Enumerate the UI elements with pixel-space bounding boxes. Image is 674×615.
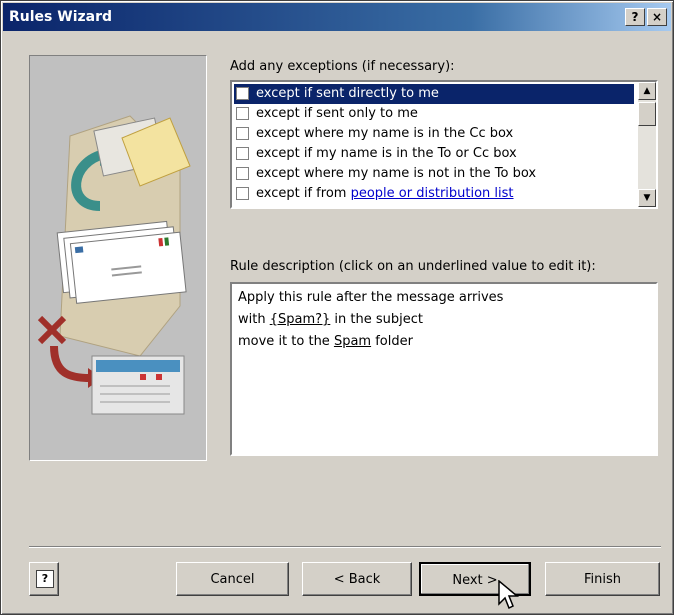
list-item[interactable]: except if from people or distribution li… — [234, 184, 634, 204]
title-bar: Rules Wizard ? × — [3, 3, 671, 31]
exceptions-label: Add any exceptions (if necessary): — [230, 59, 455, 74]
close-button[interactable]: × — [647, 8, 667, 26]
checkbox[interactable] — [236, 127, 249, 140]
help-icon: ? — [36, 570, 54, 588]
spam-folder-link[interactable]: Spam — [334, 334, 371, 349]
checkbox[interactable] — [236, 87, 249, 100]
scroll-thumb[interactable] — [638, 102, 656, 126]
envelope-folder-illustration — [37, 115, 191, 415]
list-item-label: except if my name is in the To or Cc box — [256, 146, 517, 161]
list-item[interactable]: except if sent directly to me — [234, 84, 634, 104]
help-button[interactable]: ? — [29, 562, 59, 596]
list-item-label: except if from people or distribution li… — [256, 184, 514, 204]
exceptions-scrollbar[interactable]: ▲ ▼ — [638, 82, 656, 207]
rule-description-box: Apply this rule after the message arrive… — [230, 282, 658, 456]
rules-wizard-dialog: Rules Wizard ? × Add any exceptions (if … — [0, 0, 674, 615]
scroll-up-arrow-icon[interactable]: ▲ — [638, 82, 656, 100]
back-button[interactable]: < Back — [302, 562, 412, 596]
scroll-down-arrow-icon[interactable]: ▼ — [638, 189, 656, 207]
spam-keyword-link[interactable]: {Spam?} — [270, 312, 331, 327]
description-line: Apply this rule after the message arrive… — [238, 290, 504, 305]
description-line: with {Spam?} in the subject — [238, 312, 423, 327]
description-text: move it to the — [238, 334, 334, 349]
list-item-label: except where my name is not in the To bo… — [256, 166, 537, 181]
list-item[interactable]: except where my name is in the Cc box — [234, 124, 634, 144]
list-item[interactable]: except where my name is not in the To bo… — [234, 164, 634, 184]
cancel-button[interactable]: Cancel — [176, 562, 289, 596]
people-or-distribution-list-link[interactable]: people or distribution list — [351, 186, 514, 201]
mouse-pointer-icon — [498, 580, 520, 610]
description-text: folder — [371, 334, 413, 349]
title-help-button[interactable]: ? — [625, 8, 645, 26]
checkbox[interactable] — [236, 187, 249, 200]
list-item-label: except where my name is in the Cc box — [256, 126, 514, 141]
exceptions-listbox[interactable]: except if sent directly to me except if … — [230, 80, 658, 209]
list-item-prefix: except if from — [256, 186, 351, 201]
list-item[interactable]: except if sent only to me — [234, 104, 634, 124]
description-text: with — [238, 312, 270, 327]
description-line: move it to the Spam folder — [238, 334, 413, 349]
list-item-label: except if sent directly to me — [256, 86, 439, 101]
checkbox[interactable] — [236, 167, 249, 180]
finish-button[interactable]: Finish — [545, 562, 660, 596]
window-title: Rules Wizard — [9, 9, 113, 25]
list-item-label: except if sent only to me — [256, 106, 418, 121]
wizard-illustration — [29, 55, 207, 461]
description-text: in the subject — [330, 312, 423, 327]
rule-description-label: Rule description (click on an underlined… — [230, 259, 596, 274]
list-item[interactable]: except if my name is in the To or Cc box — [234, 144, 634, 164]
separator — [29, 546, 661, 548]
checkbox[interactable] — [236, 107, 249, 120]
checkbox[interactable] — [236, 147, 249, 160]
